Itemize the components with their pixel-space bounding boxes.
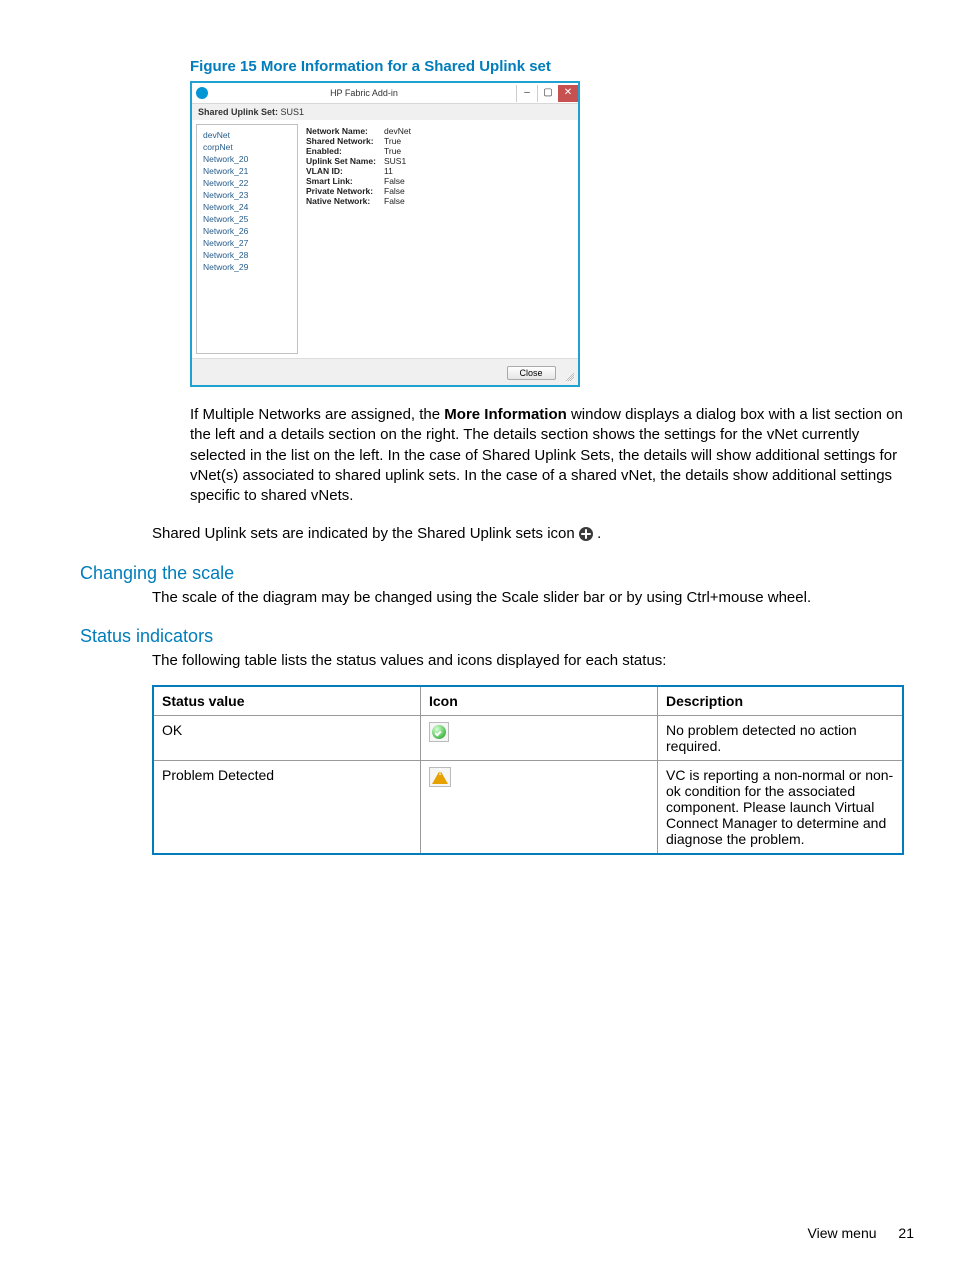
dialog-titlebar: HP Fabric Add-in – ▢ ✕	[192, 83, 578, 104]
page-footer: View menu 21	[808, 1225, 914, 1241]
dialog-subheader-label: Shared Uplink Set:	[198, 107, 278, 117]
text: .	[597, 525, 601, 542]
detail-label: VLAN ID:	[306, 166, 384, 176]
detail-label: Native Network:	[306, 196, 384, 206]
window-close-button[interactable]: ✕	[558, 85, 578, 102]
ok-status-icon	[429, 722, 449, 742]
text: If Multiple Networks are assigned, the	[190, 406, 444, 423]
status-table: Status value Icon Description OK No probl…	[152, 685, 904, 855]
detail-value: True	[384, 146, 401, 156]
dialog-window-title: HP Fabric Add-in	[212, 88, 516, 98]
problem-status-icon: !	[429, 767, 451, 787]
cell-icon: !	[421, 761, 658, 855]
cell-description: VC is reporting a non-normal or non-ok c…	[658, 761, 904, 855]
detail-label: Shared Network:	[306, 136, 384, 146]
list-item[interactable]: Network_23	[197, 189, 297, 201]
detail-value: 11	[384, 166, 393, 176]
dialog-footer: Close	[192, 358, 578, 385]
list-item[interactable]: Network_28	[197, 249, 297, 261]
table-row: OK No problem detected no action required…	[153, 716, 903, 761]
window-maximize-button[interactable]: ▢	[537, 85, 558, 102]
detail-row: Uplink Set Name:SUS1	[306, 156, 574, 166]
paragraph-shared-uplink-icon: Shared Uplink sets are indicated by the …	[152, 524, 914, 544]
shared-uplink-sets-icon	[579, 527, 593, 541]
detail-label: Enabled:	[306, 146, 384, 156]
table-header-row: Status value Icon Description	[153, 686, 903, 716]
detail-label: Smart Link:	[306, 176, 384, 186]
detail-row: Enabled:True	[306, 146, 574, 156]
dialog-subheader: Shared Uplink Set: SUS1	[192, 104, 578, 120]
window-minimize-button[interactable]: –	[516, 85, 537, 102]
text: Shared Uplink sets are indicated by the …	[152, 525, 579, 542]
detail-label: Network Name:	[306, 126, 384, 136]
close-button[interactable]: Close	[507, 366, 556, 380]
cell-description: No problem detected no action required.	[658, 716, 904, 761]
cell-icon	[421, 716, 658, 761]
detail-row: Shared Network:True	[306, 136, 574, 146]
figure-caption: Figure 15 More Information for a Shared …	[190, 58, 914, 75]
hp-logo-icon	[196, 87, 208, 99]
detail-value: devNet	[384, 126, 411, 136]
detail-row: Private Network:False	[306, 186, 574, 196]
detail-value: True	[384, 136, 401, 146]
network-details: Network Name:devNetShared Network:TrueEn…	[302, 120, 578, 358]
list-item[interactable]: Network_22	[197, 177, 297, 189]
resize-grip-icon[interactable]	[564, 371, 574, 381]
cell-status: Problem Detected	[153, 761, 421, 855]
detail-label: Private Network:	[306, 186, 384, 196]
footer-page-number: 21	[898, 1225, 914, 1241]
list-item[interactable]: Network_25	[197, 213, 297, 225]
detail-label: Uplink Set Name:	[306, 156, 384, 166]
th-icon: Icon	[421, 686, 658, 716]
list-item[interactable]: Network_27	[197, 237, 297, 249]
detail-value: False	[384, 196, 405, 206]
table-row: Problem Detected! VC is reporting a non-n…	[153, 761, 903, 855]
detail-value: False	[384, 176, 405, 186]
th-description: Description	[658, 686, 904, 716]
detail-row: Smart Link:False	[306, 176, 574, 186]
list-item[interactable]: corpNet	[197, 141, 297, 153]
cell-status: OK	[153, 716, 421, 761]
paragraph-scale: The scale of the diagram may be changed …	[152, 588, 914, 608]
th-status-value: Status value	[153, 686, 421, 716]
list-item[interactable]: devNet	[197, 129, 297, 141]
detail-row: Network Name:devNet	[306, 126, 574, 136]
text-bold: More Information	[444, 406, 567, 423]
list-item[interactable]: Network_26	[197, 225, 297, 237]
heading-status-indicators: Status indicators	[80, 626, 914, 647]
dialog-subheader-value: SUS1	[281, 107, 305, 117]
detail-row: VLAN ID:11	[306, 166, 574, 176]
list-item[interactable]: Network_20	[197, 153, 297, 165]
list-item[interactable]: Network_24	[197, 201, 297, 213]
list-item[interactable]: Network_29	[197, 261, 297, 273]
detail-value: SUS1	[384, 156, 406, 166]
list-item[interactable]: Network_21	[197, 165, 297, 177]
network-list[interactable]: devNetcorpNetNetwork_20Network_21Network…	[196, 124, 298, 354]
heading-changing-scale: Changing the scale	[80, 563, 914, 584]
footer-section: View menu	[808, 1225, 877, 1241]
paragraph-status-intro: The following table lists the status val…	[152, 651, 914, 671]
paragraph-more-info: If Multiple Networks are assigned, the M…	[190, 405, 914, 506]
more-info-dialog: HP Fabric Add-in – ▢ ✕ Shared Uplink Set…	[190, 81, 580, 387]
detail-row: Native Network:False	[306, 196, 574, 206]
detail-value: False	[384, 186, 405, 196]
